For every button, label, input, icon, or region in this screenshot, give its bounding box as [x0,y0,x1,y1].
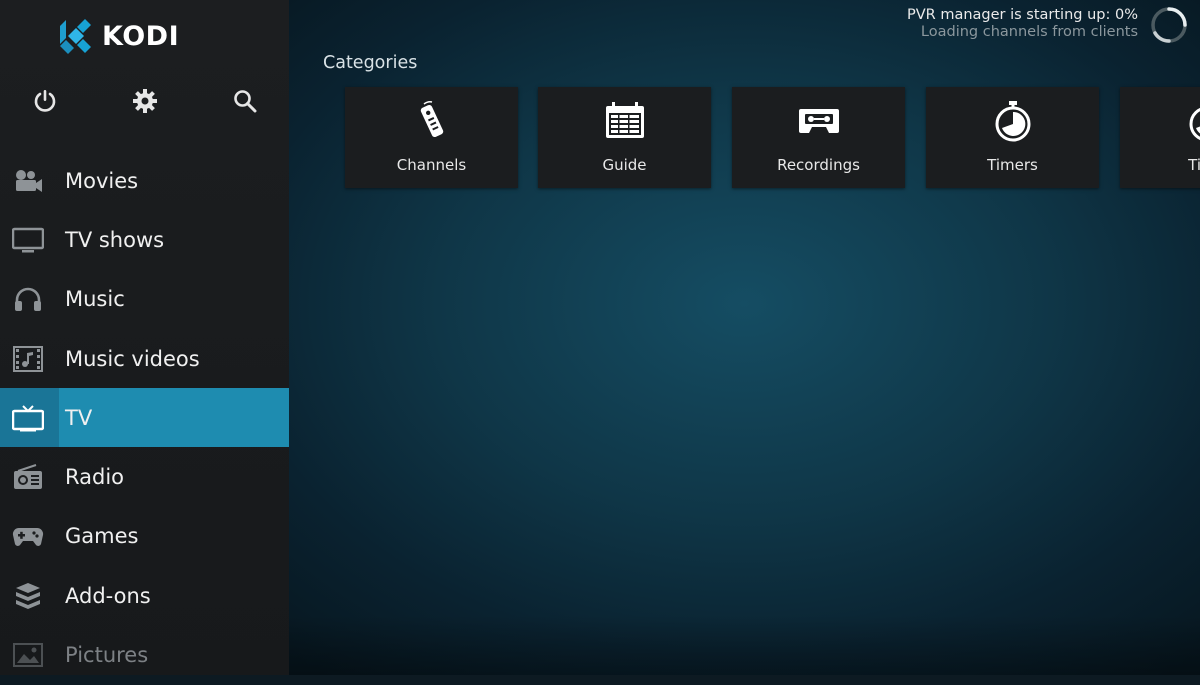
guide-calendar-icon [603,99,647,143]
music-video-icon [11,344,45,374]
menu-item-label: Music [65,287,125,311]
pvr-status-title: PVR manager is starting up: 0% [907,7,1138,23]
menu-item-movies[interactable]: Movies [0,151,289,210]
tile-label: Time [1188,156,1200,174]
stopwatch-icon [991,99,1035,143]
tile-timers[interactable]: Timers [926,87,1099,188]
search-icon [232,88,258,114]
menu-item-label: Pictures [65,643,148,667]
categories-heading: Categories [323,53,417,73]
main-content: PVR manager is starting up: 0% Loading c… [289,0,1200,675]
tile-guide[interactable]: Guide [538,87,711,188]
menu-item-label: Games [65,524,138,548]
kodi-logo: KODI [56,18,179,54]
menu-item-label: TV [65,406,92,430]
radio-icon [11,462,45,492]
kodi-logo-icon [56,18,92,54]
menu-item-tv-shows[interactable]: TV shows [0,210,289,269]
menu-item-pictures[interactable]: Pictures [0,625,289,684]
menu-item-games[interactable]: Games [0,507,289,566]
pvr-status-subtitle: Loading channels from clients [907,24,1138,40]
tile-label: Recordings [777,156,860,174]
power-button[interactable] [28,84,62,118]
menu-item-label: Music videos [65,347,200,371]
tile-recordings[interactable]: Recordings [732,87,905,188]
power-icon [32,88,58,114]
tile-label: Guide [602,156,646,174]
tile-label: Channels [397,156,466,174]
gamepad-icon [11,521,45,551]
menu-item-label: TV shows [65,228,164,252]
tile-timer-rules[interactable]: Time [1120,87,1200,188]
menu-item-add-ons[interactable]: Add-ons [0,566,289,625]
cassette-icon [797,99,841,143]
settings-gear-icon [132,88,158,114]
picture-icon [11,640,45,670]
top-icon-bar [0,84,289,118]
monitor-icon [11,225,45,255]
app-name: KODI [102,21,179,52]
settings-button[interactable] [128,84,162,118]
headphones-icon [11,284,45,314]
menu-item-music[interactable]: Music [0,270,289,329]
categories-row: Channels Guide Recordings Timers Time [345,87,1200,188]
sidebar: KODI Movies TV shows Music Music videos [0,0,289,675]
addons-box-icon [11,581,45,611]
remote-control-icon [410,99,454,143]
search-button[interactable] [228,84,262,118]
tile-channels[interactable]: Channels [345,87,518,188]
loading-spinner-icon [1150,6,1188,44]
main-menu: Movies TV shows Music Music videos TV Ra… [0,151,289,685]
stopwatch-icon [1185,99,1200,143]
menu-item-tv[interactable]: TV [0,388,289,447]
menu-item-radio[interactable]: Radio [0,447,289,506]
menu-item-music-videos[interactable]: Music videos [0,329,289,388]
menu-item-label: Add-ons [65,584,151,608]
menu-item-label: Movies [65,169,138,193]
movie-camera-icon [11,166,45,196]
bottom-shade [289,615,1200,675]
menu-item-label: Radio [65,465,124,489]
tile-label: Timers [987,156,1038,174]
pvr-status: PVR manager is starting up: 0% Loading c… [907,7,1138,40]
tv-icon [11,403,45,433]
